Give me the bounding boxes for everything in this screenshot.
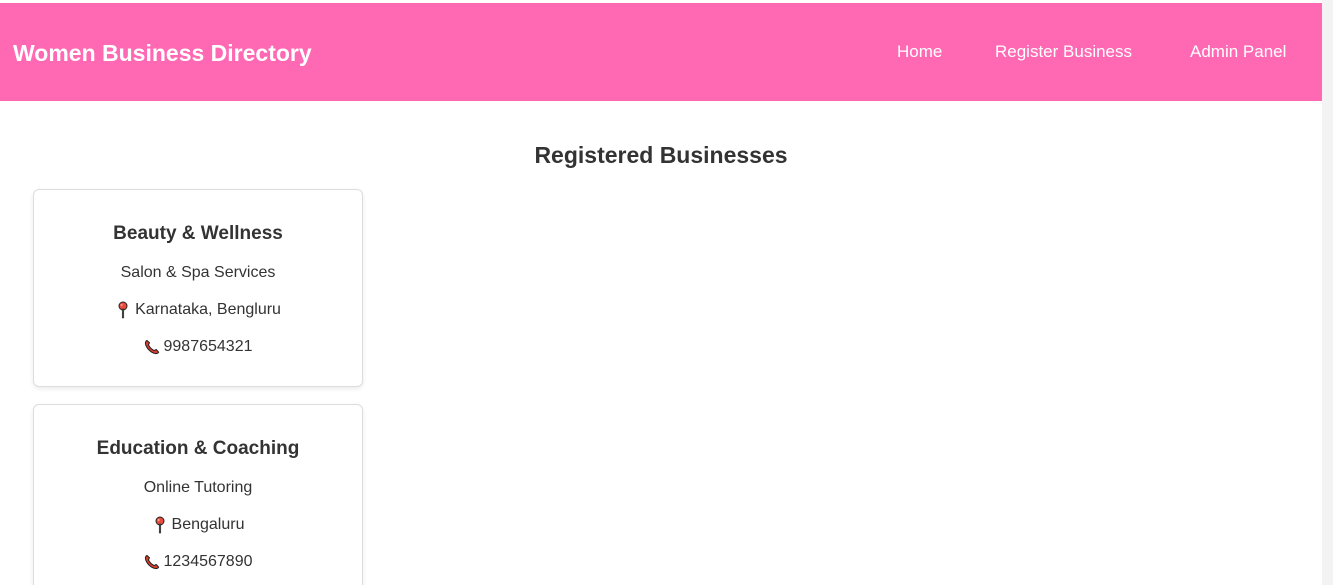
nav-home-link[interactable]: Home [897, 41, 942, 63]
business-name: Education & Coaching [96, 438, 300, 459]
nav-admin-panel-link[interactable]: Admin Panel [1190, 41, 1286, 63]
pushpin-icon [118, 301, 128, 319]
business-card: Beauty & Wellness Salon & Spa Services K… [33, 189, 363, 387]
business-location-row: Karnataka, Bengluru [34, 300, 362, 325]
business-service: Online Tutoring [143, 479, 253, 496]
pushpin-icon [155, 516, 165, 534]
top-navigation-bar: Women Business Directory Home Register B… [0, 3, 1322, 101]
business-phone-row: 1234567890 [34, 552, 362, 577]
business-name: Beauty & Wellness [113, 223, 283, 244]
business-phone: 9987654321 [163, 338, 253, 355]
business-location: Karnataka, Bengluru [135, 301, 281, 318]
telephone-receiver-icon [144, 339, 159, 355]
business-phone-row: 9987654321 [34, 337, 362, 362]
telephone-receiver-icon [144, 554, 159, 570]
business-service: Salon & Spa Services [120, 264, 276, 281]
page-scrollbar[interactable] [1322, 0, 1333, 585]
registered-businesses-heading: Registered Businesses [534, 142, 788, 168]
business-card: Education & Coaching Online Tutoring Ben… [33, 404, 363, 585]
page: Women Business Directory Home Register B… [0, 0, 1333, 585]
business-location: Bengaluru [171, 516, 245, 533]
business-phone: 1234567890 [163, 553, 253, 570]
nav-register-business-link[interactable]: Register Business [995, 41, 1132, 63]
site-brand-title[interactable]: Women Business Directory [13, 39, 312, 67]
business-location-row: Bengaluru [34, 515, 362, 540]
